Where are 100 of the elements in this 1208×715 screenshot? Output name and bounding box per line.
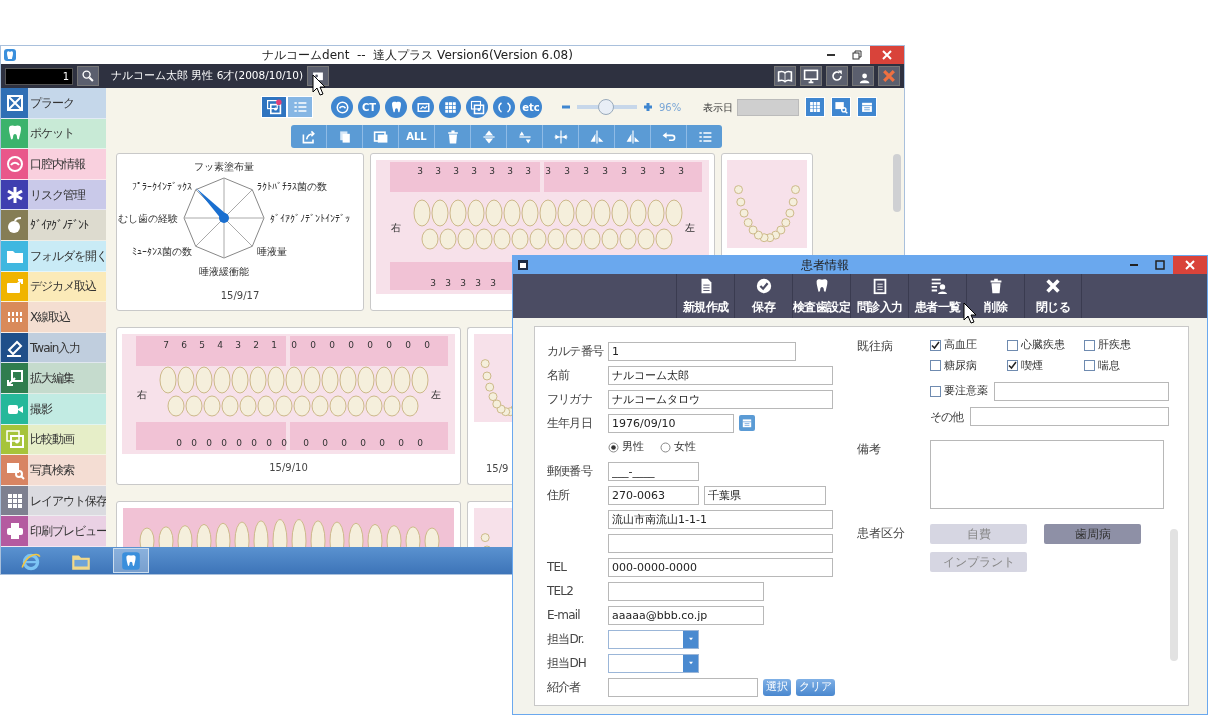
edit-button[interactable] (471, 125, 507, 148)
view-toggle[interactable] (261, 96, 287, 118)
checkbox[interactable] (930, 360, 941, 372)
search-button[interactable] (77, 66, 99, 86)
tooth-score: 3 (659, 166, 665, 176)
all-dates-button[interactable] (857, 97, 878, 117)
sidebar-item[interactable]: フォルダを開く (1, 240, 106, 272)
tooth-score: 3 (471, 166, 477, 176)
edit-button[interactable] (579, 125, 615, 148)
checkbox[interactable] (930, 386, 941, 397)
checkbox[interactable] (1007, 360, 1018, 372)
input-field[interactable]: 000-0000-0000 (608, 557, 833, 577)
display-date-label: 表示日 (703, 100, 734, 115)
edit-button[interactable] (687, 125, 722, 148)
book-button[interactable] (774, 66, 796, 86)
list-icon (292, 99, 308, 115)
photo-search-button[interactable] (831, 97, 852, 117)
checkbox[interactable] (1007, 339, 1018, 351)
input-field[interactable]: 270-0063 (608, 485, 699, 505)
checkbox[interactable] (1084, 339, 1095, 351)
checkbox[interactable] (930, 339, 941, 351)
cursor-icon (963, 302, 977, 324)
monitor-icon (803, 68, 819, 84)
input-field[interactable] (608, 677, 758, 697)
tool-button[interactable] (466, 96, 488, 118)
axis-label: 唾液緩衝能 (199, 266, 249, 277)
sidebar-item[interactable]: X線取込 (1, 302, 106, 333)
input-field[interactable] (608, 533, 833, 553)
sidebar-item[interactable]: リスク管理 (1, 179, 106, 211)
toolbar-button[interactable]: 問診入力 (850, 274, 908, 318)
toolbar-button[interactable]: 新規作成 (676, 274, 734, 318)
input-field[interactable]: ナルコームタロウ (608, 389, 833, 409)
taskbar-button[interactable] (113, 548, 149, 573)
sidebar-item[interactable]: レイアウト保存 (1, 485, 106, 517)
input-field[interactable]: ___-____ (608, 461, 699, 481)
edit-button[interactable] (435, 125, 471, 148)
sidebar-item[interactable]: 印刷プレビュー (1, 516, 106, 547)
input-field[interactable]: 1 (608, 341, 796, 361)
dropdown[interactable] (608, 653, 699, 673)
toolbar-button[interactable]: 閉じる (1024, 274, 1082, 318)
sidebar-item[interactable]: 拡大編集 (1, 363, 106, 394)
patient-number-field[interactable]: 1 (5, 67, 73, 85)
edit-button[interactable] (507, 125, 543, 148)
calendar-button[interactable] (805, 97, 826, 117)
radio-button[interactable] (608, 441, 619, 453)
input-field[interactable]: ナルコーム太郎 (608, 365, 833, 385)
input-field[interactable] (994, 382, 1169, 401)
close-icon (882, 50, 892, 60)
tooth-score: 3 (583, 166, 589, 176)
view-toggle[interactable] (287, 96, 313, 118)
tool-button[interactable]: CT (358, 96, 380, 118)
sidebar-item[interactable]: 写真検索 (1, 455, 106, 486)
sidebar-item[interactable]: ポケット (1, 118, 106, 150)
tool-button[interactable] (331, 96, 353, 118)
field-label: 既往病 (857, 338, 894, 355)
checkbox[interactable] (1084, 360, 1095, 372)
user-button[interactable] (852, 66, 874, 86)
edit-button[interactable] (543, 125, 579, 148)
sidebar-item[interactable]: 撮影 (1, 393, 106, 425)
sidebar-item[interactable]: 口腔内情報 (1, 149, 106, 180)
input-field[interactable]: 千葉県 (704, 485, 826, 505)
calendar-button[interactable] (739, 415, 755, 431)
category-button[interactable]: 歯周病 (1044, 524, 1141, 544)
input-field[interactable]: 1976/09/10 (608, 413, 734, 433)
scrollbar[interactable] (1170, 529, 1178, 661)
notes-field[interactable] (930, 440, 1164, 509)
slider-thumb[interactable] (597, 99, 614, 115)
tool-button[interactable] (439, 96, 461, 118)
refresh-button[interactable] (826, 66, 848, 86)
close-button[interactable] (1173, 256, 1207, 274)
display-date-field[interactable] (737, 98, 800, 116)
tool-button[interactable] (385, 96, 407, 118)
sidebar-item[interactable]: ﾀﾞｲｱｸﾞﾉﾃﾞﾝﾄ (1, 210, 106, 241)
tool-button[interactable] (493, 96, 515, 118)
edit-button[interactable] (291, 125, 327, 148)
edit-button[interactable] (651, 125, 687, 148)
flip-icon (480, 128, 497, 145)
dropdown[interactable] (608, 629, 699, 649)
sidebar-item[interactable]: 比較動画 (1, 424, 106, 456)
zoom-in-button[interactable] (643, 102, 653, 112)
edit-button[interactable] (363, 125, 399, 148)
sidebar-item[interactable]: プラーク (1, 88, 106, 119)
sidebar-item[interactable]: Twain入力 (1, 332, 106, 364)
edit-button[interactable] (615, 125, 651, 148)
scrollbar[interactable] (893, 154, 901, 212)
sidebar-item[interactable]: デジカメ取込 (1, 271, 106, 303)
toolbar-button[interactable]: 保存 (734, 274, 792, 318)
input-field[interactable] (969, 407, 1169, 426)
input-field[interactable] (608, 581, 764, 601)
monitor-button[interactable] (800, 66, 822, 86)
close-button[interactable] (870, 46, 904, 64)
tool-button[interactable] (412, 96, 434, 118)
input-field[interactable]: aaaaa@bbb.co.jp (608, 605, 764, 625)
tooth-score: 0 (281, 438, 287, 448)
toolbar-button[interactable]: 検査歯設定 (792, 274, 850, 318)
tooth-score: 0 (417, 438, 423, 448)
edit-button[interactable] (327, 125, 363, 148)
tool-button[interactable]: etc (520, 96, 542, 118)
input-field[interactable]: 流山市南流山1-1-1 (608, 509, 833, 529)
radio-button[interactable] (660, 441, 671, 453)
